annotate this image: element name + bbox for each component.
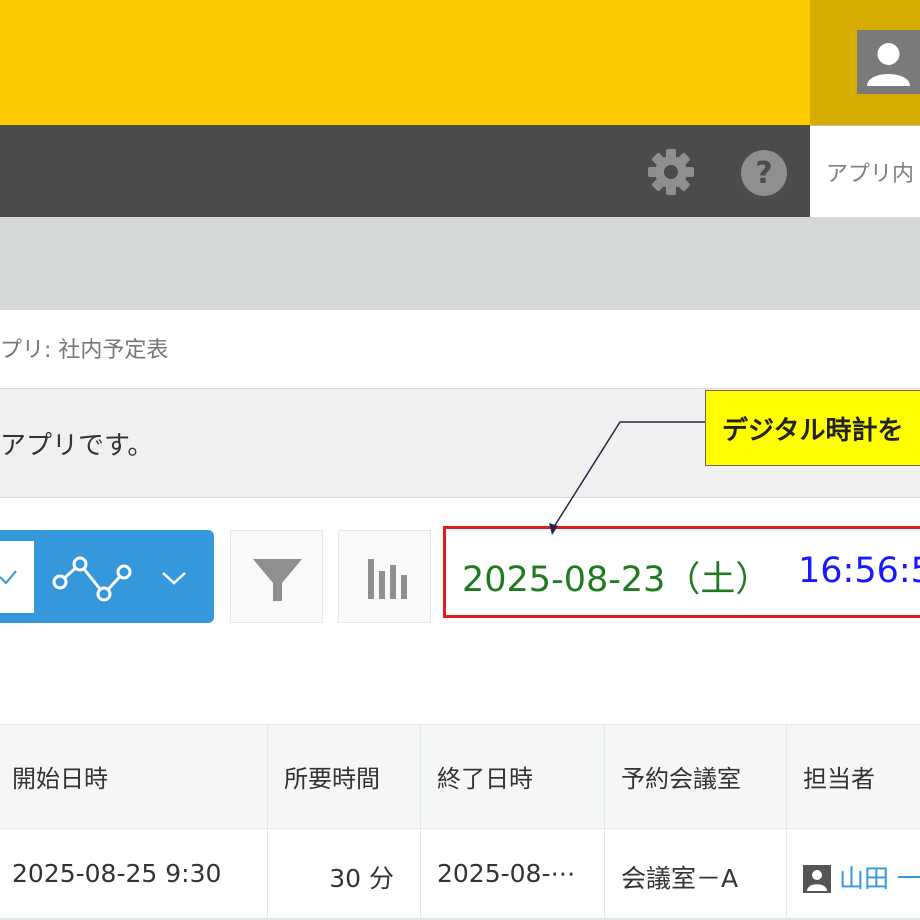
clock-date: 2025-08-23（土） bbox=[462, 560, 771, 600]
owner-link[interactable]: 山田 一 bbox=[839, 859, 920, 895]
cell-room: 会議室－A bbox=[605, 828, 787, 920]
column-label: 所要時間 bbox=[284, 765, 380, 793]
help-icon[interactable]: ? bbox=[740, 149, 788, 197]
cell-value: 2025-08-⋯ bbox=[437, 859, 576, 888]
cell-end: 2025-08-⋯ bbox=[421, 828, 605, 920]
column-header-end[interactable]: 終了日時 bbox=[421, 724, 605, 828]
callout-text: デジタル時計を bbox=[722, 416, 904, 446]
cell-value: 会議室－A bbox=[621, 864, 739, 893]
check-icon bbox=[0, 570, 17, 585]
column-header-owner[interactable]: 担当者 bbox=[787, 724, 920, 828]
cell-start: 2025-08-25 9:30 bbox=[0, 828, 268, 920]
cell-value: 2025-08-25 9:30 bbox=[12, 859, 222, 888]
column-header-duration[interactable]: 所要時間 bbox=[268, 724, 421, 828]
column-label: 担当者 bbox=[803, 765, 875, 793]
gear-icon[interactable] bbox=[646, 147, 696, 197]
clock-time: 16:56:5 bbox=[798, 551, 920, 591]
column-header-start[interactable]: 開始日時 bbox=[0, 724, 268, 828]
bar-chart-icon bbox=[368, 559, 407, 599]
cell-value: 30 分 bbox=[329, 864, 394, 893]
column-header-room[interactable]: 予約会議室 bbox=[605, 724, 787, 828]
graph-view-icon bbox=[52, 556, 132, 604]
svg-text:?: ? bbox=[755, 156, 772, 191]
graph-button[interactable] bbox=[338, 530, 431, 623]
column-label: 終了日時 bbox=[437, 765, 533, 793]
filter-icon bbox=[253, 559, 302, 601]
gray-banner bbox=[0, 217, 920, 310]
user-icon bbox=[803, 865, 831, 893]
app-name-label: プリ: 社内予定表 bbox=[0, 338, 169, 363]
callout-pointer bbox=[549, 421, 705, 535]
cell-owner: 山田 一 bbox=[787, 828, 920, 920]
header-bar bbox=[0, 0, 920, 125]
chevron-down-icon[interactable] bbox=[160, 568, 188, 588]
cell-duration: 30 分 bbox=[268, 828, 421, 920]
filter-button[interactable] bbox=[230, 530, 323, 623]
user-avatar-icon[interactable] bbox=[857, 30, 920, 94]
column-label: 予約会議室 bbox=[621, 765, 741, 793]
view-list-toggle[interactable] bbox=[0, 541, 34, 613]
app-description: アプリです。 bbox=[0, 431, 154, 461]
search-placeholder[interactable]: アプリ内 bbox=[826, 156, 914, 188]
column-label: 開始日時 bbox=[12, 765, 108, 793]
